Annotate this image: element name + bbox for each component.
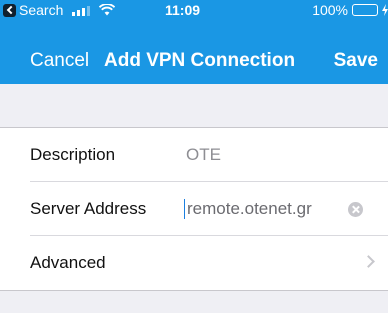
status-time: 11:09 (165, 2, 201, 18)
status-bar: Search 11:09 100% (0, 0, 388, 20)
save-button[interactable]: Save (334, 50, 378, 72)
back-to-app[interactable]: Search (3, 2, 116, 18)
chevron-right-icon (362, 255, 375, 268)
signal-icon (72, 5, 91, 16)
vpn-form: Description OTE Server Address remote.ot… (0, 127, 388, 291)
cancel-button[interactable]: Cancel (30, 50, 89, 72)
header: Search 11:09 100% Cancel Add VPN Connect… (0, 0, 388, 84)
battery-percent: 100% (312, 2, 348, 18)
clear-text-icon[interactable] (348, 202, 363, 217)
battery-status: 100% (312, 2, 388, 18)
server-address-label: Server Address (30, 199, 147, 218)
advanced-row[interactable]: Advanced (0, 236, 388, 290)
nav-bar: Cancel Add VPN Connection Save (0, 20, 388, 84)
server-address-field[interactable]: remote.otenet.gr (184, 199, 312, 219)
page-title: Add VPN Connection (104, 50, 296, 71)
description-row[interactable]: Description OTE (0, 128, 388, 182)
advanced-label: Advanced (30, 253, 106, 272)
wifi-icon (99, 4, 116, 16)
battery-icon (352, 4, 378, 16)
back-app-label: Search (19, 2, 64, 18)
server-address-row[interactable]: Server Address remote.otenet.gr (0, 182, 388, 236)
description-label: Description (30, 145, 116, 164)
charging-icon (382, 4, 388, 16)
description-field[interactable]: OTE (186, 145, 221, 165)
back-arrow-icon (3, 3, 16, 17)
